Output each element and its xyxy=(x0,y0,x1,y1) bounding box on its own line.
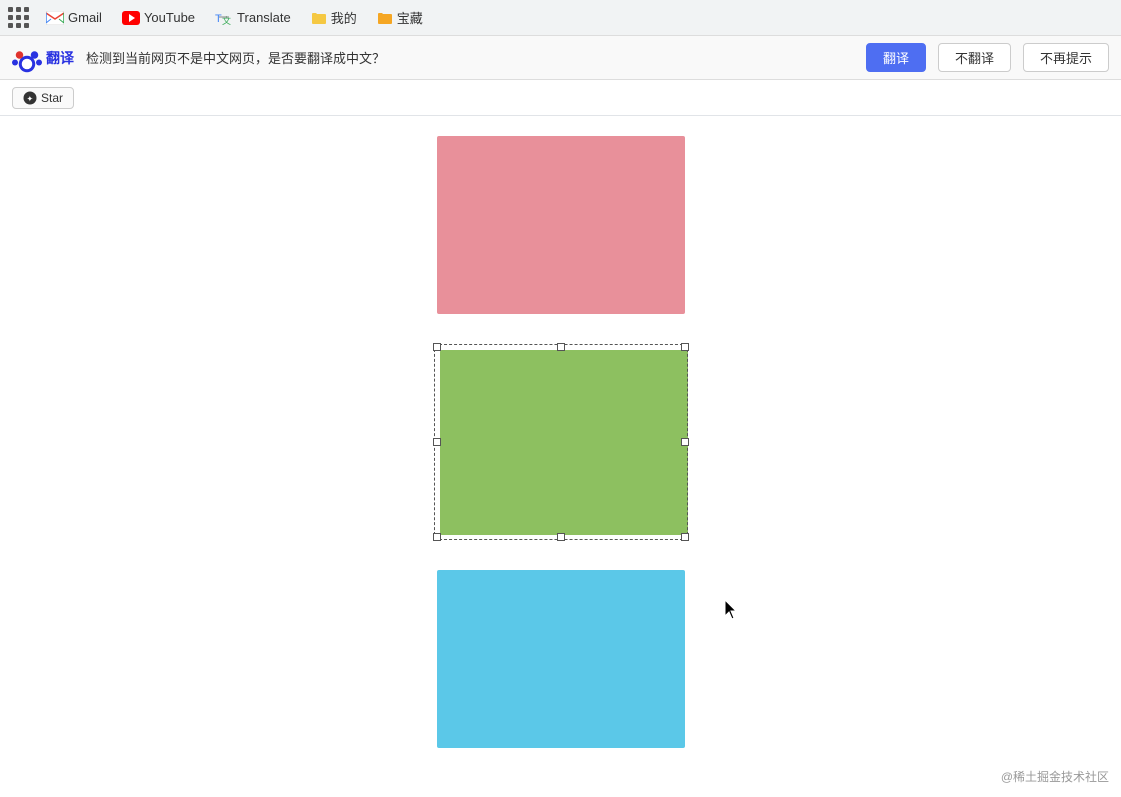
pink-rectangle[interactable] xyxy=(437,136,685,314)
youtube-icon xyxy=(122,11,140,25)
baidu-never-button[interactable]: 不再提示 xyxy=(1023,43,1109,72)
apps-grid-icon[interactable] xyxy=(8,7,30,29)
baidu-translate-message: 检测到当前网页不是中文网页，是否要翻译成中文？ xyxy=(86,48,854,67)
star-label: Star xyxy=(41,91,63,105)
gmail-label: Gmail xyxy=(68,10,102,25)
baidu-translate-button[interactable]: 翻译 xyxy=(866,43,926,72)
blue-rectangle[interactable] xyxy=(437,570,685,748)
watermark: @稀土掘金技术社区 xyxy=(1001,768,1109,785)
gmail-toolbar-item[interactable]: Gmail xyxy=(42,8,106,27)
rectangles-container xyxy=(0,126,1121,748)
youtube-label: YouTube xyxy=(144,10,195,25)
baidu-paw-icon xyxy=(12,43,42,73)
github-star-bar: ✦ Star xyxy=(0,80,1121,116)
baidu-no-translate-button[interactable]: 不翻译 xyxy=(938,43,1011,72)
browser-toolbar: Gmail YouTube T 文 Translate 我的 宝藏 xyxy=(0,0,1121,36)
baidu-logo-text: 翻译 xyxy=(46,48,74,68)
github-star-button[interactable]: ✦ Star xyxy=(12,87,74,109)
gmail-icon xyxy=(46,11,64,25)
svg-text:✦: ✦ xyxy=(27,94,34,103)
translate-label: Translate xyxy=(237,10,291,25)
folder2-label: 宝藏 xyxy=(397,8,423,27)
folder1-icon xyxy=(311,11,327,25)
folder1-label: 我的 xyxy=(331,8,357,27)
translate-toolbar-item[interactable]: T 文 Translate xyxy=(211,8,295,28)
folder1-toolbar-item[interactable]: 我的 xyxy=(307,6,361,29)
youtube-toolbar-item[interactable]: YouTube xyxy=(118,8,199,27)
baidu-logo: 翻译 xyxy=(12,43,74,73)
svg-text:T: T xyxy=(215,13,222,25)
main-content xyxy=(0,116,1121,776)
green-rectangle-wrapper[interactable] xyxy=(434,344,688,540)
github-octocat-icon: ✦ xyxy=(23,91,37,105)
translate-icon: T 文 xyxy=(215,10,233,26)
baidu-translate-bar: 翻译 检测到当前网页不是中文网页，是否要翻译成中文？ 翻译 不翻译 不再提示 xyxy=(0,36,1121,80)
folder2-icon xyxy=(377,11,393,25)
handle-bottom-left[interactable] xyxy=(433,533,441,541)
handle-top-left[interactable] xyxy=(433,343,441,351)
folder2-toolbar-item[interactable]: 宝藏 xyxy=(373,6,427,29)
green-rectangle[interactable] xyxy=(440,350,688,535)
